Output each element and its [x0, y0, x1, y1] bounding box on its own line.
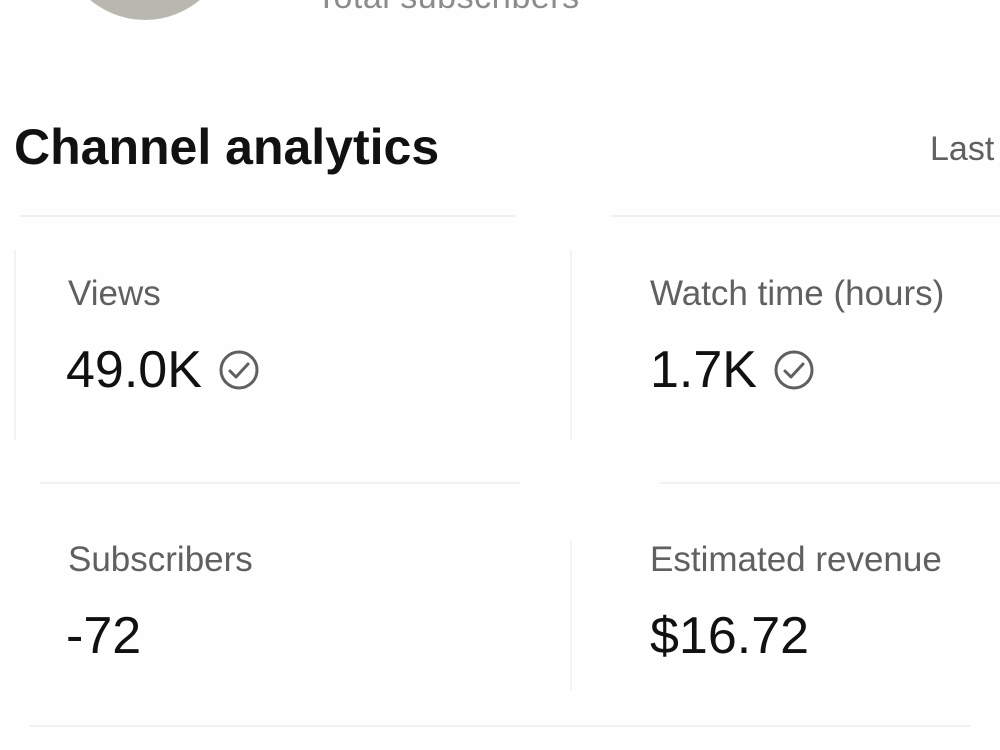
divider [660, 482, 1000, 484]
channel-analytics-title: Channel analytics [14, 119, 440, 175]
metric-value: 49.0K [66, 341, 202, 399]
divider [40, 482, 520, 484]
metric-label: Views [68, 274, 161, 313]
check-circle-icon [774, 350, 814, 390]
divider [570, 250, 572, 440]
divider [14, 250, 16, 440]
metric-value-row: 1.7K [650, 340, 817, 400]
divider [30, 725, 970, 727]
metric-value-row: 49.0K [66, 340, 262, 400]
metric-value: $16.72 [650, 607, 810, 665]
metric-label: Subscribers [68, 540, 253, 579]
metric-value: 1.7K [650, 341, 757, 399]
channel-avatar[interactable] [60, 0, 230, 20]
divider [610, 215, 1000, 217]
check-circle-icon [219, 350, 259, 390]
period-selector[interactable]: Last [930, 130, 994, 169]
divider [570, 540, 572, 690]
analytics-screen: Total subscribers Channel analytics Last… [0, 0, 1000, 750]
metric-label: Watch time (hours) [650, 274, 945, 313]
divider [20, 215, 515, 217]
metric-value: -72 [66, 607, 142, 665]
total-subscribers-label: Total subscribers [316, 0, 580, 17]
metric-label: Estimated revenue [650, 540, 942, 579]
